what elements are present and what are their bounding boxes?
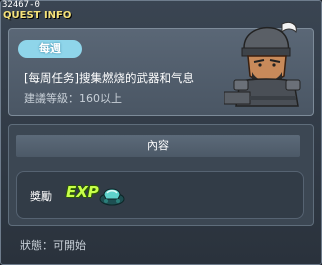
content-section-header: 內容 <box>16 135 300 157</box>
window-title: QUEST INFO <box>3 10 72 21</box>
reward-label: 獎勵 <box>30 190 52 203</box>
level-requirement: 建議等級：160以上 <box>24 92 122 105</box>
reward-box <box>16 171 304 219</box>
quest-id: 32467-0 <box>2 0 40 10</box>
teal-gem-icon[interactable] <box>98 181 126 207</box>
npc-warrior-portrait <box>224 21 301 107</box>
quest-status: 狀態：可開始 <box>20 239 86 252</box>
quest-name: [每周任务]搜集燃烧的武器和气息 <box>24 71 194 85</box>
exp-reward-icon: EXP <box>66 183 99 201</box>
weekly-badge: 每週 <box>18 40 82 58</box>
